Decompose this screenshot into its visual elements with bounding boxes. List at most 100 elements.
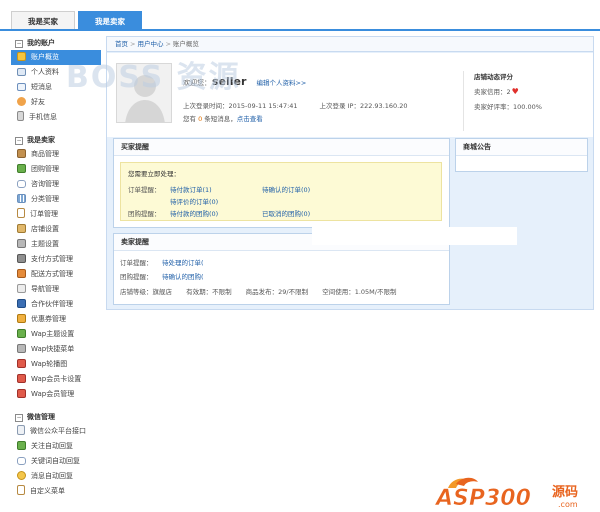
order-icon bbox=[17, 208, 25, 218]
sidebar-item-coupons[interactable]: 优惠券管理 bbox=[11, 312, 101, 327]
sidebar-section-seller: − 我是卖家 商品管理 团购管理 咨询管理 分类管理 订单管理 店铺设置 主题设置… bbox=[11, 133, 101, 402]
sidebar-section-title: 微信管理 bbox=[27, 413, 55, 421]
sidebar-section-header[interactable]: − 微信管理 bbox=[11, 410, 101, 424]
collapse-icon[interactable]: − bbox=[15, 414, 23, 422]
asp300-logo-icon: ASP300 源码 .com bbox=[434, 477, 578, 511]
product-quota: 商品发布：29/不限制 bbox=[245, 288, 309, 296]
credit-value: 2 bbox=[506, 88, 511, 96]
sidebar-item-orders[interactable]: 订单管理 bbox=[11, 207, 101, 222]
wap-menu-icon bbox=[17, 344, 26, 353]
group-buy-icon bbox=[17, 164, 26, 173]
svg-text:源码: 源码 bbox=[552, 484, 578, 500]
pending-orders-link[interactable]: 待处理的订单( bbox=[162, 256, 204, 270]
tab-buyer[interactable]: 我是买家 bbox=[11, 11, 75, 30]
sidebar-item-wap-slider[interactable]: Wap轮播图 bbox=[11, 357, 101, 372]
box-icon bbox=[17, 149, 26, 158]
message-suffix: 条短消息， bbox=[204, 115, 237, 123]
sidebar-item-wap-card[interactable]: Wap会员卡设置 bbox=[11, 372, 101, 387]
home-icon bbox=[17, 52, 26, 61]
sidebar-item-wap-menu[interactable]: Wap快捷菜单 bbox=[11, 342, 101, 357]
sidebar-item-navigation[interactable]: 导航管理 bbox=[11, 282, 101, 297]
welcome-line: 欢迎您：seller 编辑个人资料>> bbox=[183, 75, 306, 88]
sidebar-item-label: 支付方式管理 bbox=[31, 255, 73, 263]
seller-order-row: 订单提醒： 待处理的订单( bbox=[120, 256, 442, 270]
pending-groupbuy-link[interactable]: 待确认的团购( bbox=[162, 270, 204, 284]
panel-title: 买家提醒 bbox=[114, 139, 449, 156]
pending-confirm-orders-link[interactable]: 待确认的订单(0) bbox=[262, 184, 310, 196]
sidebar-item-label: 团购管理 bbox=[31, 165, 59, 173]
custom-menu-icon bbox=[17, 485, 25, 495]
navigation-icon bbox=[17, 284, 26, 293]
sidebar-item-group-buy[interactable]: 团购管理 bbox=[11, 162, 101, 177]
order-reminder-label: 订单提醒： bbox=[128, 186, 161, 194]
sidebar-item-follow-reply[interactable]: 关注自动回复 bbox=[11, 439, 101, 454]
breadcrumb-user-center-link[interactable]: 用户中心 bbox=[137, 40, 163, 48]
sidebar-item-label: 消息自动回复 bbox=[31, 472, 73, 480]
sidebar-item-message-reply[interactable]: 消息自动回复 bbox=[11, 469, 101, 484]
wap-slider-icon bbox=[17, 359, 26, 368]
collapse-icon[interactable]: − bbox=[15, 137, 23, 145]
collapse-icon[interactable]: − bbox=[15, 40, 23, 48]
sidebar-item-phone[interactable]: 手机信息 bbox=[11, 110, 101, 125]
sidebar-item-label: 合作伙伴管理 bbox=[31, 300, 73, 308]
sidebar-item-products[interactable]: 商品管理 bbox=[11, 147, 101, 162]
breadcrumb-current: 账户概览 bbox=[172, 40, 199, 48]
tab-bar-underline bbox=[0, 29, 600, 31]
asp300-logo-watermark: ASP300 源码 .com bbox=[434, 474, 600, 511]
keyword-reply-icon bbox=[17, 457, 26, 465]
edit-profile-link[interactable]: 编辑个人资料>> bbox=[256, 79, 306, 87]
sidebar-item-partners[interactable]: 合作伙伴管理 bbox=[11, 297, 101, 312]
theme-icon bbox=[17, 239, 26, 248]
message-count: 0 bbox=[198, 115, 203, 123]
sidebar-item-keyword-reply[interactable]: 关键词自动回复 bbox=[11, 454, 101, 469]
default-avatar-icon bbox=[117, 64, 171, 122]
shop-icon bbox=[17, 224, 26, 233]
sidebar-item-custom-menu[interactable]: 自定义菜单 bbox=[11, 484, 101, 499]
sidebar-item-friends[interactable]: 好友 bbox=[11, 95, 101, 110]
sidebar-item-category[interactable]: 分类管理 bbox=[11, 192, 101, 207]
sidebar-item-theme[interactable]: 主题设置 bbox=[11, 237, 101, 252]
sidebar-item-wap-member[interactable]: Wap会员管理 bbox=[11, 387, 101, 402]
sidebar-item-label: Wap主题设置 bbox=[31, 330, 75, 338]
view-messages-link[interactable]: 点击查看 bbox=[237, 115, 263, 123]
sidebar-item-wap-theme[interactable]: Wap主题设置 bbox=[11, 327, 101, 342]
unpaid-groupbuy-link[interactable]: 待付款的团购(0) bbox=[170, 208, 218, 220]
sidebar-item-shop-settings[interactable]: 店铺设置 bbox=[11, 222, 101, 237]
sidebar-item-payment[interactable]: 支付方式管理 bbox=[11, 252, 101, 267]
sidebar-section-wechat: − 微信管理 微信公众平台接口 关注自动回复 关键词自动回复 消息自动回复 自定义… bbox=[11, 410, 101, 499]
sidebar-section-header[interactable]: − 我的账户 bbox=[11, 36, 101, 50]
sidebar-item-wechat-api[interactable]: 微信公众平台接口 bbox=[11, 424, 101, 439]
rating-title: 店铺动态评分 bbox=[474, 73, 513, 81]
cancelled-groupbuy-link[interactable]: 已取消的团购(0) bbox=[262, 208, 310, 220]
payment-icon bbox=[17, 254, 26, 263]
tab-seller[interactable]: 我是卖家 bbox=[78, 11, 142, 30]
sidebar-item-label: 账户概览 bbox=[31, 53, 59, 61]
sidebar: − 我的账户 账户概览 个人资料 短消息 好友 手机信息 − 我是卖家 商品管理 团… bbox=[11, 36, 101, 510]
breadcrumb-home-link[interactable]: 首页 bbox=[115, 40, 128, 48]
sidebar-item-label: 订单管理 bbox=[30, 210, 58, 218]
space-usage: 空间使用：1.05M/不限制 bbox=[322, 288, 397, 296]
main-content: 首页 > 用户中心 > 账户概览 欢迎您：seller 编辑个人资料>> 上次登录时间：2… bbox=[106, 36, 594, 310]
partner-icon bbox=[17, 299, 26, 308]
sidebar-item-messages[interactable]: 短消息 bbox=[11, 80, 101, 95]
sidebar-item-account-overview[interactable]: 账户概览 bbox=[11, 50, 101, 65]
friends-icon bbox=[17, 97, 26, 106]
breadcrumb-separator: > bbox=[130, 40, 136, 48]
wechat-api-icon bbox=[17, 425, 25, 435]
sidebar-item-delivery[interactable]: 配送方式管理 bbox=[11, 267, 101, 282]
pending-payment-orders-link[interactable]: 待付款订单(1) bbox=[170, 184, 212, 196]
message-reply-icon bbox=[17, 471, 26, 480]
reminder-lead: 您需要立即处理： bbox=[128, 170, 180, 178]
sidebar-item-profile[interactable]: 个人资料 bbox=[11, 65, 101, 80]
wap-theme-icon bbox=[17, 329, 26, 338]
overlay-gap bbox=[312, 227, 517, 245]
svg-text:.com: .com bbox=[558, 500, 578, 509]
id-card-icon bbox=[17, 68, 26, 76]
sidebar-section-header[interactable]: − 我是卖家 bbox=[11, 133, 101, 147]
pending-review-orders-link[interactable]: 待评价的订单(0) bbox=[170, 196, 218, 208]
sidebar-item-label: Wap轮播图 bbox=[31, 360, 68, 368]
buyer-reminder-panel: 买家提醒 您需要立即处理： 订单提醒： 待付款订单(1) 待确认的订单(0) 待… bbox=[113, 138, 450, 228]
avatar[interactable] bbox=[116, 63, 172, 123]
groupbuy-reminder-row: 团购提醒： 待付款的团购(0) 已取消的团购(0) bbox=[128, 208, 434, 220]
sidebar-item-consult[interactable]: 咨询管理 bbox=[11, 177, 101, 192]
